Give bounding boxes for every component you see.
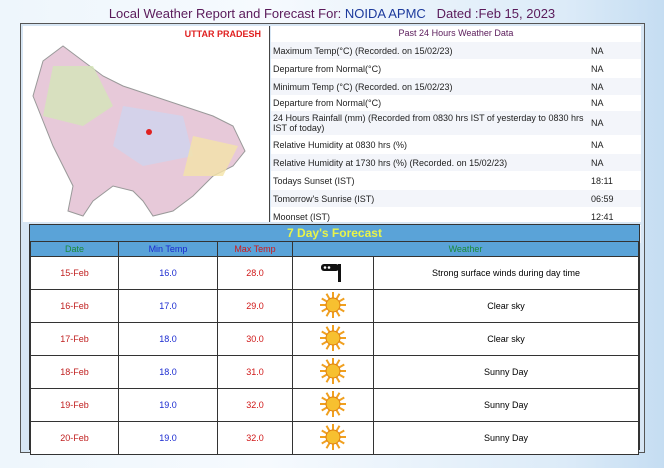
forecast-panel: 7 Day's Forecast Date Min Temp Max Temp …: [29, 224, 640, 455]
weather-data-row: Relative Humidity at 0830 hrs (%) NA: [271, 135, 641, 153]
sun-icon: [292, 289, 374, 323]
forecast-title: 7 Day's Forecast: [287, 226, 382, 240]
weather-data-row: Minimum Temp (°C) (Recorded. on 15/02/23…: [271, 77, 641, 95]
sun-icon: [292, 322, 374, 356]
forecast-row: 20-Feb 19.0 32.0 Sunny Day: [30, 421, 639, 455]
map-image: [32, 45, 246, 217]
weather-data-row: Departure from Normal(°C) NA: [271, 95, 641, 110]
weather-data-row: Maximum Temp(°C) (Recorded. on 15/02/23)…: [271, 41, 641, 59]
forecast-row: 15-Feb 16.0 28.0 Strong surface winds durin…: [30, 256, 639, 290]
forecast-row: 18-Feb 18.0 31.0 Sunny Day: [30, 355, 639, 389]
sun-icon: [292, 421, 374, 455]
weather-data-row: Tomorrow's Sunrise (IST) 06:59: [271, 189, 641, 207]
wind-icon: [292, 256, 374, 290]
weather-data-row: Todays Sunset (IST) 18:11: [271, 171, 641, 189]
station-name: NOIDA APMC: [344, 6, 426, 21]
weather-data-row: 24 Hours Rainfall (mm) (Recorded from 08…: [271, 110, 641, 135]
forecast-table: Date Min Temp Max Temp Weather 15-Feb 16.…: [30, 241, 639, 455]
forecast-row: 19-Feb 19.0 32.0 Sunny Day: [30, 388, 639, 422]
forecast-row: 17-Feb 18.0 30.0 Clear sky: [30, 322, 639, 356]
sun-icon: [292, 388, 374, 422]
past-24-hours-table: Past 24 Hours Weather Data Maximum Temp(…: [271, 26, 641, 243]
state-map: UTTAR PRADESH: [23, 26, 270, 222]
weather-data-row: Moonset (IST) 12:41: [271, 207, 641, 225]
weather-data-row: Relative Humidity at 1730 hrs (%) (Recor…: [271, 153, 641, 171]
page-title: Local Weather Report and Forecast For: N…: [108, 6, 556, 21]
weather-data-row: Departure from Normal(°C) NA: [271, 59, 641, 77]
date-label: Dated :Feb 15, 2023: [425, 6, 556, 21]
sun-icon: [292, 355, 374, 389]
report-panel: UTTAR PRADESH Past 24 Hours Weather Data…: [20, 23, 645, 455]
forecast-row: 16-Feb 17.0 29.0 Clear sky: [30, 289, 639, 323]
